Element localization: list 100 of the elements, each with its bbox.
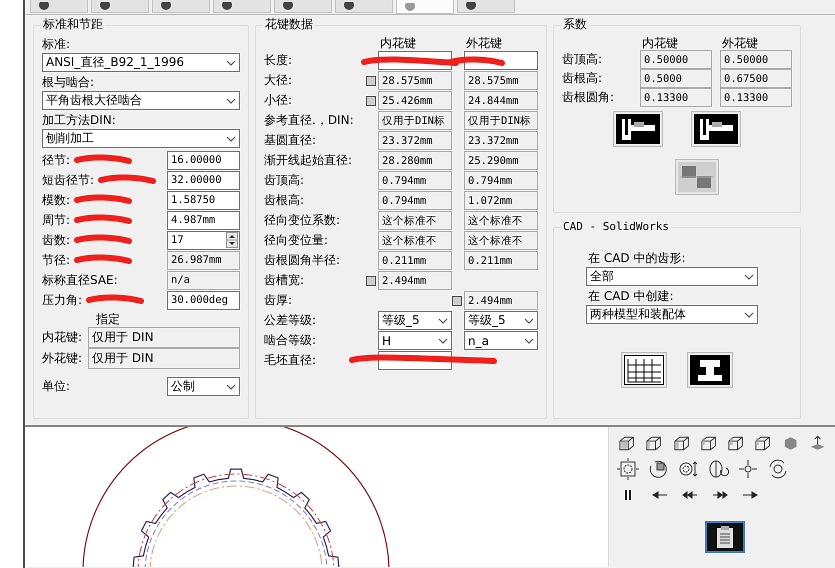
checkbox[interactable] xyxy=(366,96,376,106)
dropdown[interactable]: 等级_5 xyxy=(378,311,452,330)
table-button[interactable] xyxy=(621,352,667,388)
value-field: 仅用于DIN标 xyxy=(378,111,452,130)
field-label: 标称直径SAE: xyxy=(42,272,118,288)
checkbox[interactable] xyxy=(366,76,376,86)
dropdown[interactable]: H xyxy=(378,331,452,350)
caliper-icon xyxy=(616,114,660,144)
value-field: 1.072mm xyxy=(464,191,538,210)
tab[interactable] xyxy=(457,0,515,13)
value-field[interactable]: 1.58750 xyxy=(167,190,240,210)
chevron-icon xyxy=(744,272,754,280)
value-field: 仅用于 DIN xyxy=(88,348,240,369)
clipboard-icon xyxy=(714,525,736,549)
field-label: 齿根圆角半径: xyxy=(264,252,342,269)
tab-icon xyxy=(39,2,49,10)
field-label: 啮合等级: xyxy=(264,332,318,349)
rotate-view-icon[interactable] xyxy=(647,458,669,480)
field-label: 径节: xyxy=(42,152,70,168)
field-label: 渐开线起始直径: xyxy=(264,152,354,169)
value-field[interactable]: 30.000deg xyxy=(167,290,240,310)
value-field[interactable]: 32.00000 xyxy=(167,170,240,190)
value-field: 26.987mm xyxy=(167,250,240,270)
group-title: 系数 xyxy=(563,17,587,31)
tab[interactable] xyxy=(213,0,271,13)
value-field[interactable]: 4.987mm xyxy=(167,210,240,230)
field-label: 根与啮合: xyxy=(42,74,96,91)
spinner-icon[interactable] xyxy=(226,232,238,248)
spin-field[interactable]: 17 xyxy=(167,230,240,250)
tab[interactable] xyxy=(335,0,393,13)
chevron-icon xyxy=(226,382,236,390)
cube-view-icon[interactable] xyxy=(644,434,664,452)
value-field: 2.494mm xyxy=(464,291,538,310)
chevron-icon xyxy=(438,316,448,324)
cube-view-icon[interactable] xyxy=(698,434,718,452)
value-field: 28.575mm xyxy=(378,71,452,90)
part-button[interactable] xyxy=(687,352,733,388)
value-field: 仅用于DIN标 xyxy=(464,111,538,130)
field-label: 齿根高: xyxy=(264,192,306,209)
cube-view-icon[interactable] xyxy=(753,434,772,452)
value-field: n/a xyxy=(167,270,240,290)
chevron-icon xyxy=(226,134,236,142)
field-label: 单位: xyxy=(42,378,72,395)
align-button[interactable] xyxy=(675,159,719,195)
field-label: 压力角: xyxy=(42,292,82,308)
value-field: 24.844mm xyxy=(464,91,538,110)
dropdown[interactable]: 公制 xyxy=(167,377,240,396)
tab-icon xyxy=(405,2,415,10)
tab[interactable] xyxy=(152,0,210,13)
field-label: 节径: xyxy=(42,252,70,268)
dropdown[interactable]: ANSI_直径_B92_1_1996 xyxy=(42,53,240,72)
dropdown[interactable]: 两种模型和装配体 xyxy=(586,305,758,324)
dropdown[interactable]: n_a xyxy=(464,331,538,350)
checkbox[interactable] xyxy=(366,276,376,286)
column-header: 外花键 xyxy=(721,36,759,50)
field-label: 径向变位系数: xyxy=(264,212,342,229)
value-field: 0.211mm xyxy=(378,251,452,270)
column-header: 外花键 xyxy=(465,36,503,50)
caliper-button[interactable] xyxy=(613,111,663,147)
value-field: 25.290mm xyxy=(464,151,538,170)
dropdown[interactable]: 等级_5 xyxy=(464,311,538,330)
tab[interactable] xyxy=(30,0,88,13)
orbit-icon[interactable] xyxy=(707,458,729,480)
tab[interactable] xyxy=(91,0,149,13)
field-label: 基圆直径: xyxy=(264,132,318,149)
field-label: 齿数: xyxy=(42,232,70,248)
section-label: 指定 xyxy=(95,312,121,327)
tab[interactable] xyxy=(274,0,332,13)
value-field: 0.50000 xyxy=(720,50,792,69)
value-field: 0.794mm xyxy=(464,171,538,190)
chevron-icon xyxy=(524,336,534,344)
cube-view-icon[interactable] xyxy=(726,434,746,452)
field-label: 外花键: xyxy=(42,350,84,367)
value-field: 这个标准不 xyxy=(464,211,538,230)
dropdown[interactable]: 全部 xyxy=(586,267,758,286)
tab-icon xyxy=(222,2,232,10)
cube-view-icon[interactable] xyxy=(672,434,691,452)
spin-view-icon[interactable] xyxy=(767,458,789,480)
tab-icon xyxy=(161,2,171,10)
value-field[interactable]: 16.00000 xyxy=(167,150,240,170)
column-header: 内花键 xyxy=(641,36,679,50)
value-field: 0.13300 xyxy=(640,88,712,107)
value-field: 这个标准不 xyxy=(378,211,452,230)
value-field: 23.372mm xyxy=(378,131,452,150)
value-field: 28.575mm xyxy=(464,71,538,90)
dropdown[interactable]: 刨削加工 xyxy=(42,129,240,148)
value-field: 23.372mm xyxy=(464,131,538,150)
value-field: 0.5000 xyxy=(640,69,712,88)
checkbox[interactable] xyxy=(452,296,462,306)
field-label: 参考直径.，DIN: xyxy=(264,112,355,129)
value-field: 25.426mm xyxy=(378,91,452,110)
dropdown[interactable]: 平角齿根大径啮合 xyxy=(42,91,240,110)
tab-icon xyxy=(283,2,293,10)
pan-icon[interactable] xyxy=(737,458,759,480)
value-field: 0.50000 xyxy=(640,50,712,69)
field-label: 齿顶高: xyxy=(264,172,306,189)
zoom-fit-icon[interactable] xyxy=(617,458,639,480)
caliper-button[interactable] xyxy=(691,111,741,147)
cube-view-icon[interactable] xyxy=(617,434,636,452)
clipboard-button[interactable] xyxy=(705,521,745,553)
